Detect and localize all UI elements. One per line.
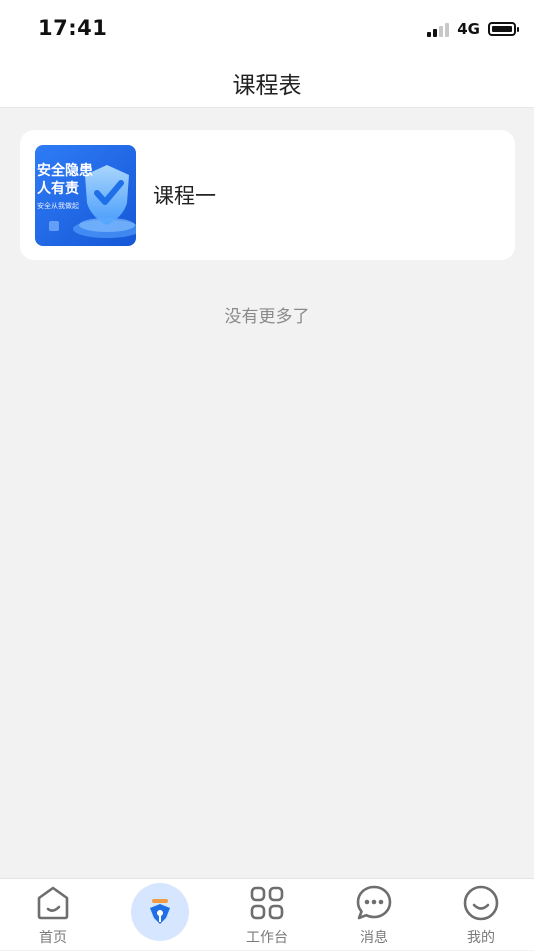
home-icon — [37, 886, 69, 920]
tab-profile-label: 我的 — [467, 930, 495, 946]
status-bar: 17:41 4G — [0, 0, 534, 58]
course-thumbnail: 安全隐患 人有责 安全从我做起 — [35, 145, 136, 246]
grid-icon — [250, 886, 284, 920]
chat-icon — [356, 885, 392, 920]
tab-messages[interactable]: 消息 — [321, 879, 427, 951]
page-title: 课程表 — [232, 72, 302, 99]
status-indicators: 4G — [427, 20, 519, 38]
tab-home[interactable]: 首页 — [0, 879, 106, 951]
tab-pen-highlight — [131, 883, 189, 941]
tab-home-label: 首页 — [39, 930, 67, 946]
thumb-text-line3: 安全从我做起 — [37, 201, 79, 210]
tab-workbench[interactable]: 工作台 — [214, 879, 320, 951]
signal-icon — [427, 21, 450, 37]
status-time: 17:41 — [38, 16, 108, 40]
course-card[interactable]: 安全隐患 人有责 安全从我做起 课程一 — [20, 130, 515, 260]
course-title: 课程一 — [153, 184, 216, 208]
thumb-text-line2: 人有责 — [37, 180, 79, 197]
thumb-text-line1: 安全隐患 — [37, 162, 93, 179]
tab-profile[interactable]: 我的 — [428, 879, 534, 951]
tab-workbench-label: 工作台 — [246, 930, 288, 946]
course-thumbnail-image: 安全隐患 人有责 安全从我做起 — [35, 145, 136, 246]
network-label: 4G — [457, 20, 480, 38]
smile-icon — [463, 885, 499, 921]
nav-bar: 课程表 — [0, 58, 534, 108]
list-end-text: 没有更多了 — [224, 307, 310, 327]
tab-messages-label: 消息 — [360, 930, 388, 946]
tab-pen[interactable] — [107, 879, 213, 951]
pen-icon — [150, 899, 170, 924]
battery-icon — [488, 22, 519, 36]
tab-bar: 首页 工作台 消息 我的 — [0, 878, 534, 950]
